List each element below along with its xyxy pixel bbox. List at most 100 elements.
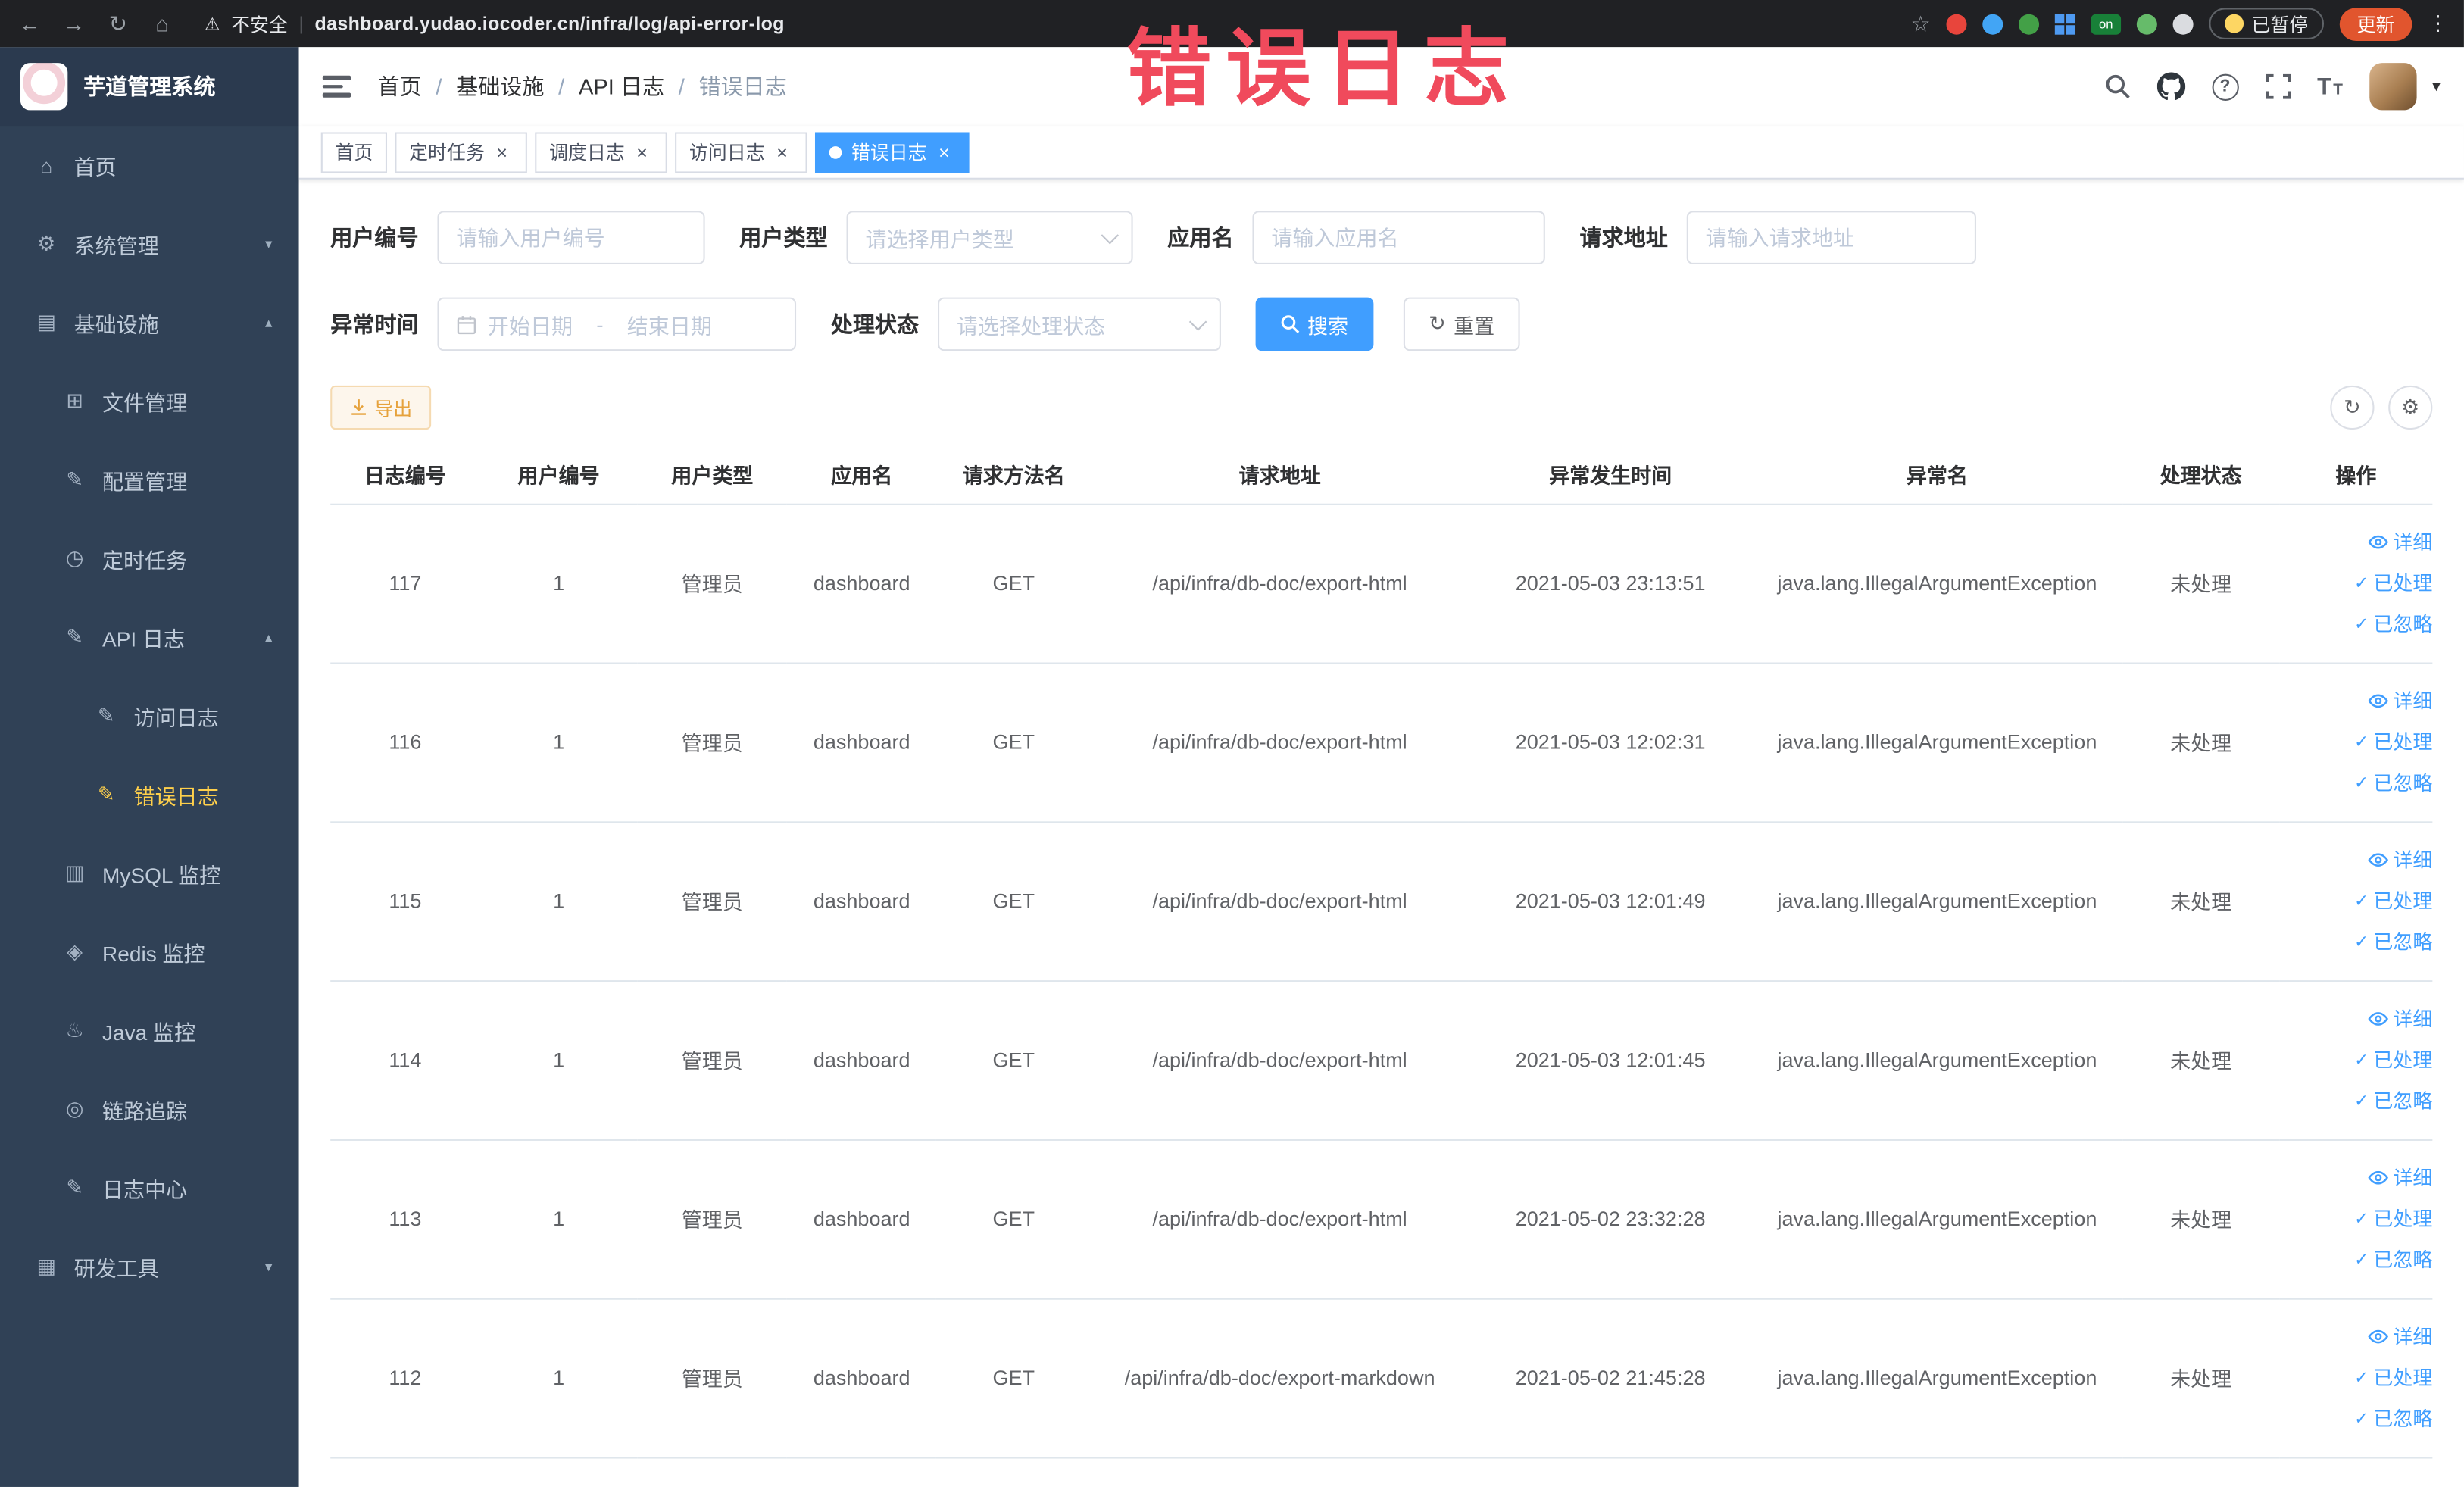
sidebar-item-label: API 日志	[102, 627, 186, 651]
address-bar[interactable]: ⚠ 不安全 | dashboard.yudao.iocoder.cn/infra…	[205, 11, 785, 37]
cell-url: /api/infra/db-doc/export-markdown	[1091, 1298, 1469, 1458]
cell-status: 未处理	[2122, 821, 2280, 982]
breadcrumb-item[interactable]: 首页	[378, 70, 422, 102]
bookmark-star-icon[interactable]: ☆	[1911, 11, 1931, 37]
sidebar-item-dev-tools[interactable]: ▦ 研发工具 ▾	[0, 1227, 299, 1306]
browser-menu-icon[interactable]: ⋮	[2428, 11, 2448, 36]
process-link[interactable]: ✓ 已处理	[2280, 1198, 2432, 1239]
process-link[interactable]: ✓ 已处理	[2280, 880, 2432, 921]
close-icon[interactable]: ×	[631, 141, 653, 163]
detail-link[interactable]: 详细	[2280, 680, 2432, 721]
extension-on-icon[interactable]: on	[2091, 13, 2122, 34]
refresh-button[interactable]: ↻	[2330, 385, 2375, 430]
back-icon[interactable]: ←	[16, 11, 44, 36]
sidebar-item-redis-monitor[interactable]: ◈ Redis 监控	[0, 913, 299, 992]
close-icon[interactable]: ×	[933, 141, 955, 163]
search-icon[interactable]	[2105, 74, 2130, 99]
sidebar-item-log-center[interactable]: ✎ 日志中心	[0, 1148, 299, 1227]
sidebar-item-mysql-monitor[interactable]: ▥ MySQL 监控	[0, 834, 299, 913]
tab-home[interactable]: 首页	[320, 131, 388, 173]
paused-badge[interactable]: 已暂停	[2209, 8, 2324, 39]
detail-link[interactable]: 详细	[2280, 839, 2432, 880]
detail-link[interactable]: 详细	[2280, 1157, 2432, 1198]
breadcrumb-item[interactable]: 基础设施	[456, 70, 544, 102]
check-icon: ✓	[2354, 573, 2369, 593]
exception-time-label: 异常时间	[330, 311, 419, 337]
eye-icon	[2368, 535, 2388, 549]
request-url-input[interactable]	[1686, 211, 1976, 264]
ignore-link[interactable]: ✓ 已忽略	[2280, 1398, 2432, 1439]
extension-icon[interactable]	[2172, 13, 2194, 34]
extension-icon[interactable]	[2136, 13, 2157, 34]
user-id-input[interactable]	[437, 211, 705, 264]
tab-access-log[interactable]: 访问日志 ×	[675, 131, 807, 173]
ignore-link[interactable]: ✓ 已忽略	[2280, 921, 2432, 962]
detail-link[interactable]: 详细	[2280, 998, 2432, 1039]
close-icon[interactable]: ×	[771, 141, 793, 163]
sidebar-item-access-log[interactable]: ✎ 访问日志	[0, 676, 299, 755]
tab-dispatch-log[interactable]: 调度日志 ×	[535, 131, 667, 173]
hamburger-icon[interactable]	[322, 76, 351, 98]
tab-scheduled-tasks[interactable]: 定时任务 ×	[395, 131, 527, 173]
avatar[interactable]	[2369, 63, 2417, 111]
eye-icon	[2368, 694, 2388, 708]
process-link[interactable]: ✓ 已处理	[2280, 563, 2432, 604]
forward-icon[interactable]: →	[60, 11, 88, 36]
sidebar-item-file-management[interactable]: ⊞ 文件管理	[0, 362, 299, 441]
table-row: 117 1 管理员 dashboard GET /api/infra/db-do…	[330, 503, 2433, 664]
sidebar-item-java-monitor[interactable]: ♨ Java 监控	[0, 992, 299, 1070]
sidebar-item-error-log[interactable]: ✎ 错误日志	[0, 755, 299, 834]
cell-actions: 详细 ✓ 已处理 ✓ 已忽略	[2279, 821, 2433, 982]
sidebar-menu: ⌂ 首页 ⚙ 系统管理 ▾ ▤ 基础设施 ▴ ⊞ 文件管理 ✎ 配置管理 ◷ 定…	[0, 126, 299, 1306]
sidebar-item-scheduled-tasks[interactable]: ◷ 定时任务	[0, 519, 299, 598]
update-button[interactable]: 更新	[2339, 7, 2412, 40]
help-icon[interactable]: ?	[2211, 73, 2239, 100]
sidebar-item-home[interactable]: ⌂ 首页	[0, 126, 299, 205]
breadcrumb-item[interactable]: API 日志	[579, 70, 664, 102]
extension-grid-icon[interactable]	[2054, 13, 2075, 34]
check-icon: ✓	[2354, 1209, 2369, 1229]
detail-link[interactable]: 详细	[2280, 1317, 2432, 1357]
cell-log-id: 115	[330, 821, 480, 982]
ignore-link[interactable]: ✓ 已忽略	[2280, 762, 2432, 803]
url-text[interactable]: dashboard.yudao.iocoder.cn/infra/log/api…	[314, 13, 784, 35]
caret-down-icon[interactable]: ▾	[2432, 78, 2440, 95]
extension-icon[interactable]	[1982, 13, 2003, 34]
reload-icon[interactable]: ↻	[104, 11, 132, 37]
column-header: 日志编号	[330, 445, 480, 505]
cell-status: 未处理	[2122, 980, 2280, 1140]
security-label: 不安全	[231, 13, 288, 36]
process-status-select[interactable]: 请选择处理状态	[938, 297, 1221, 351]
fullscreen-icon[interactable]	[2265, 73, 2291, 99]
export-button[interactable]: 导出	[330, 385, 432, 430]
column-settings-button[interactable]: ⚙	[2388, 385, 2433, 430]
extension-icon[interactable]	[2018, 13, 2039, 34]
tab-error-log[interactable]: 错误日志 ×	[815, 131, 970, 173]
sidebar-logo[interactable]: 芋道管理系统	[0, 47, 299, 127]
home-icon[interactable]: ⌂	[148, 11, 176, 36]
font-size-icon[interactable]: TT	[2317, 75, 2343, 98]
search-button[interactable]: 搜索	[1255, 297, 1374, 351]
ignore-link[interactable]: ✓ 已忽略	[2280, 604, 2432, 645]
github-icon[interactable]	[2156, 72, 2185, 101]
sidebar-item-config-management[interactable]: ✎ 配置管理	[0, 441, 299, 520]
process-link[interactable]: ✓ 已处理	[2280, 1039, 2432, 1080]
date-range-picker[interactable]: 开始日期 - 结束日期	[437, 297, 797, 351]
process-link[interactable]: ✓ 已处理	[2280, 1357, 2432, 1398]
column-header: 用户编号	[479, 445, 638, 505]
user-type-select[interactable]: 请选择用户类型	[846, 211, 1133, 264]
ignore-link[interactable]: ✓ 已忽略	[2280, 1239, 2432, 1280]
sidebar-item-infrastructure[interactable]: ▤ 基础设施 ▴	[0, 283, 299, 362]
detail-link[interactable]: 详细	[2280, 522, 2432, 563]
ignore-link[interactable]: ✓ 已忽略	[2280, 1080, 2432, 1121]
close-icon[interactable]: ×	[491, 141, 513, 163]
tab-label: 访问日志	[689, 141, 765, 164]
extension-icon[interactable]	[1946, 13, 1967, 34]
process-link[interactable]: ✓ 已处理	[2280, 721, 2432, 762]
sidebar-item-api-logs[interactable]: ✎ API 日志 ▴	[0, 598, 299, 676]
sidebar-item-tracing[interactable]: ◎ 链路追踪	[0, 1070, 299, 1148]
app-name-input[interactable]	[1252, 211, 1545, 264]
infrastructure-icon: ▤	[36, 310, 57, 334]
reset-button[interactable]: ↻ 重置	[1403, 297, 1520, 351]
sidebar-item-system-management[interactable]: ⚙ 系统管理 ▾	[0, 205, 299, 283]
